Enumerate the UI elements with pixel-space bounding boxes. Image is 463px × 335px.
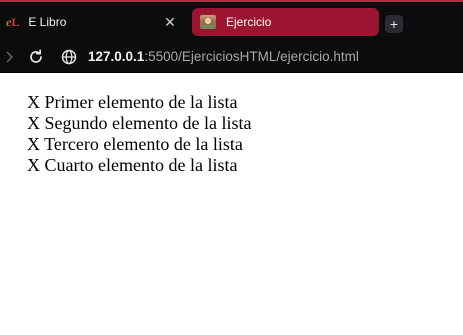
reload-icon[interactable] <box>26 47 46 67</box>
address-bar[interactable]: 127.0.0.1:5500/EjerciciosHTML/ejercicio.… <box>88 49 359 64</box>
url-path: :5500/EjerciciosHTML/ejercicio.html <box>144 49 359 64</box>
favicon-icon <box>200 15 216 29</box>
list-item: X Primer elemento de la lista <box>27 92 238 112</box>
forward-arrow-icon[interactable] <box>4 47 16 67</box>
page-content: X Primer elemento de la lista X Segundo … <box>0 73 463 176</box>
new-tab-button[interactable]: + <box>385 15 403 33</box>
tab-elibro[interactable]: eL E Libro ✕ <box>0 8 190 36</box>
tab-label: Ejercicio <box>226 15 272 29</box>
list-item: X Segundo elemento de la lista <box>27 113 252 133</box>
close-icon[interactable]: ✕ <box>162 14 178 30</box>
url-host: 127.0.0.1 <box>88 49 145 64</box>
list-item: X Tercero elemento de la lista <box>27 134 243 154</box>
toolbar: 127.0.0.1:5500/EjerciciosHTML/ejercicio.… <box>0 42 463 73</box>
elibro-logo-icon: eL <box>6 15 20 29</box>
tab-strip: eL E Libro ✕ Ejercicio + <box>0 2 463 42</box>
globe-icon[interactable] <box>60 48 78 66</box>
list-item: X Cuarto elemento de la lista <box>27 155 238 175</box>
tab-label: E Libro <box>28 15 67 29</box>
tab-ejercicio[interactable]: Ejercicio <box>192 8 379 36</box>
browser-chrome: eL E Libro ✕ Ejercicio + 127.0.0.1:5500/… <box>0 0 463 73</box>
